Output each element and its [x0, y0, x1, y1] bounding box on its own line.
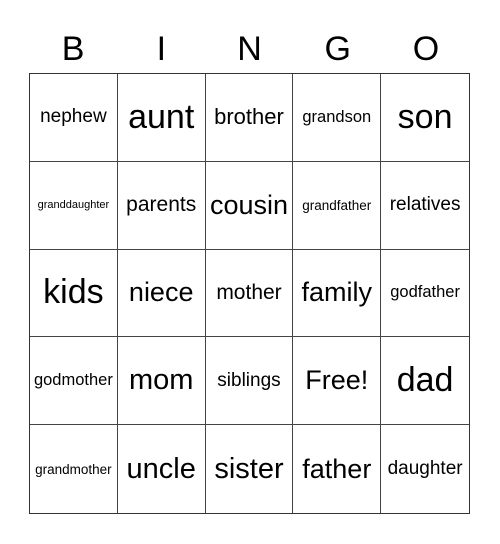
bingo-cell[interactable]: kids	[30, 249, 118, 338]
bingo-cell[interactable]: sister	[206, 425, 294, 513]
bingo-cell[interactable]: cousin	[205, 161, 294, 250]
bingo-cell[interactable]: son	[381, 74, 469, 162]
bingo-card-grid: nephew aunt brother grandson son grandda…	[29, 73, 470, 514]
bingo-cell[interactable]: niece	[117, 249, 206, 338]
header-letter-o: O	[412, 30, 440, 68]
bingo-cell[interactable]: mom	[117, 337, 206, 426]
bingo-cell[interactable]: nephew	[30, 74, 118, 162]
bingo-cell[interactable]: daughter	[381, 425, 469, 513]
bingo-cell[interactable]: father	[293, 425, 382, 513]
bingo-cell[interactable]: grandfather	[293, 161, 382, 250]
header-letter-b: B	[61, 30, 85, 68]
bingo-cell[interactable]: godfather	[381, 250, 469, 338]
bingo-cell[interactable]: uncle	[118, 425, 206, 513]
bingo-cell[interactable]: mother	[205, 249, 294, 338]
bingo-cell[interactable]: dad	[381, 337, 469, 426]
bingo-cell[interactable]: grandson	[293, 74, 382, 162]
header-letter-n: N	[237, 30, 262, 68]
bingo-cell[interactable]: family	[293, 249, 382, 338]
bingo-cell[interactable]: granddaughter	[30, 161, 118, 250]
bingo-cell[interactable]: siblings	[205, 337, 294, 426]
bingo-cell[interactable]: godmother	[30, 337, 118, 426]
bingo-cell[interactable]: aunt	[117, 74, 206, 162]
bingo-cell[interactable]: parents	[117, 161, 206, 250]
free-space-cell[interactable]: Free!	[293, 337, 382, 426]
bingo-cell[interactable]: grandmother	[30, 425, 118, 513]
header-letter-g: G	[324, 30, 351, 68]
header-letter-i: I	[156, 30, 167, 68]
bingo-header: B I N G O	[29, 28, 470, 70]
bingo-cell[interactable]: brother	[205, 74, 294, 162]
bingo-cell[interactable]: relatives	[381, 162, 469, 250]
